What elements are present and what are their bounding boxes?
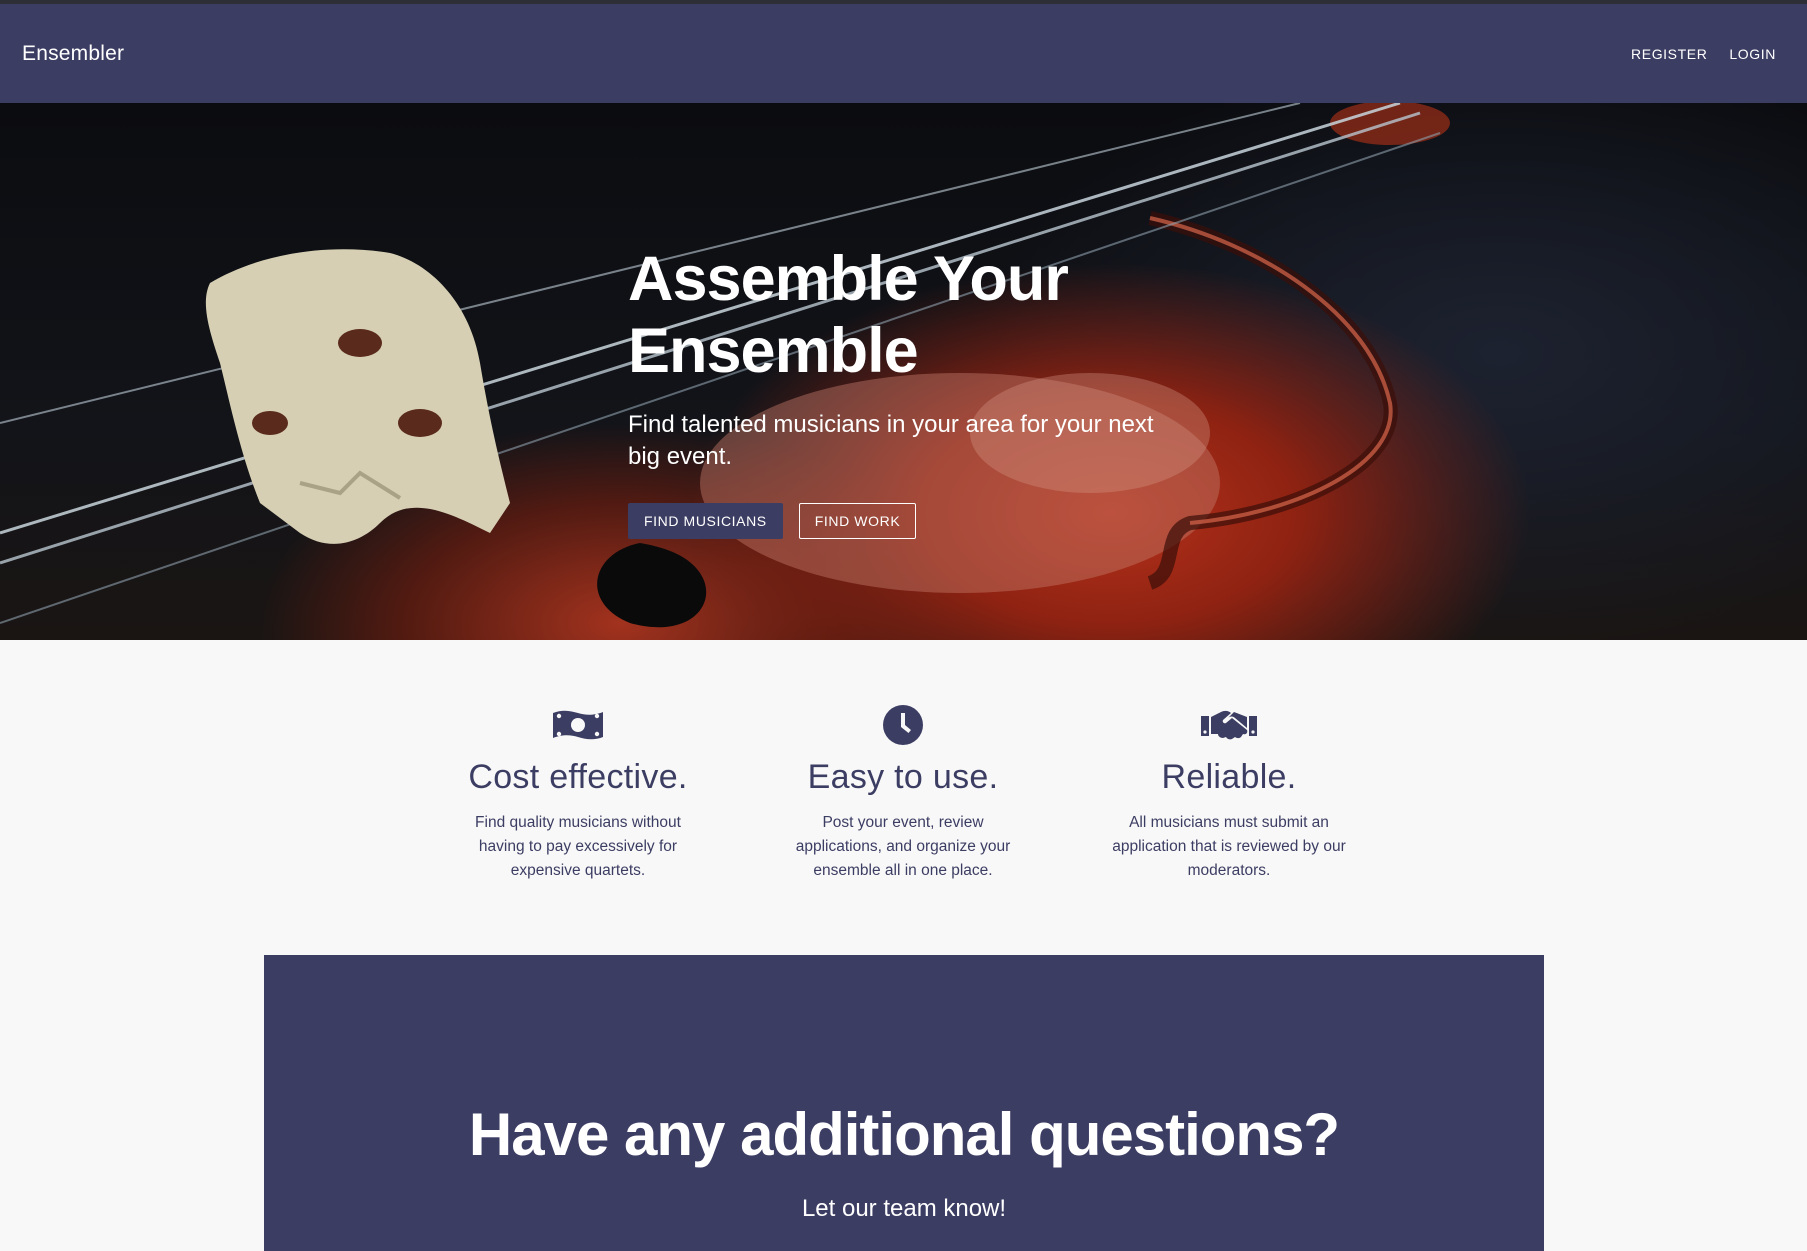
navbar: Ensembler REGISTER LOGIN — [0, 4, 1807, 103]
handshake-icon — [1104, 700, 1354, 750]
register-link[interactable]: REGISTER — [1631, 46, 1707, 62]
feature-reliable: Reliable. All musicians must submit an a… — [1104, 700, 1354, 883]
cta-subtitle: Let our team know! — [801, 1195, 1007, 1222]
hero-content: Assemble Your Ensemble Find talented mus… — [628, 243, 1188, 539]
features-section: Cost effective. Find quality musicians w… — [0, 640, 1807, 955]
feature-title: Cost effective. — [468, 758, 688, 796]
feature-title: Reliable. — [1161, 758, 1297, 796]
hero-section: Assemble Your Ensemble Find talented mus… — [0, 103, 1807, 640]
find-work-button[interactable]: FIND WORK — [798, 503, 917, 539]
cta-title: Have any additional questions? — [468, 1101, 1340, 1168]
feature-text: Post your event, review applications, an… — [795, 814, 1011, 879]
feature-easy-to-use: Easy to use. Post your event, review app… — [778, 700, 1028, 883]
feature-text: Find quality musicians without having to… — [475, 814, 681, 879]
feature-text: All musicians must submit an application… — [1112, 814, 1346, 879]
login-link[interactable]: LOGIN — [1729, 46, 1776, 62]
clock-icon — [778, 700, 1028, 750]
find-musicians-button[interactable]: FIND MUSICIANS — [628, 503, 783, 539]
money-bill-icon — [453, 700, 703, 750]
brand-logo[interactable]: Ensembler — [22, 42, 124, 66]
hero-title-line-2: Ensemble — [628, 316, 919, 386]
nav-links: REGISTER LOGIN — [1631, 46, 1776, 62]
feature-cost-effective: Cost effective. Find quality musicians w… — [453, 700, 703, 883]
feature-title: Easy to use. — [807, 758, 999, 796]
hero-title-line-1: Assemble Your — [628, 244, 1069, 314]
hero-buttons: FIND MUSICIANS FIND WORK — [628, 503, 1188, 539]
hero-subtitle: Find talented musicians in your area for… — [628, 411, 1154, 470]
contact-cta-section: Have any additional questions? Let our t… — [264, 955, 1544, 1251]
hero-title: Assemble Your Ensemble — [628, 243, 1188, 387]
